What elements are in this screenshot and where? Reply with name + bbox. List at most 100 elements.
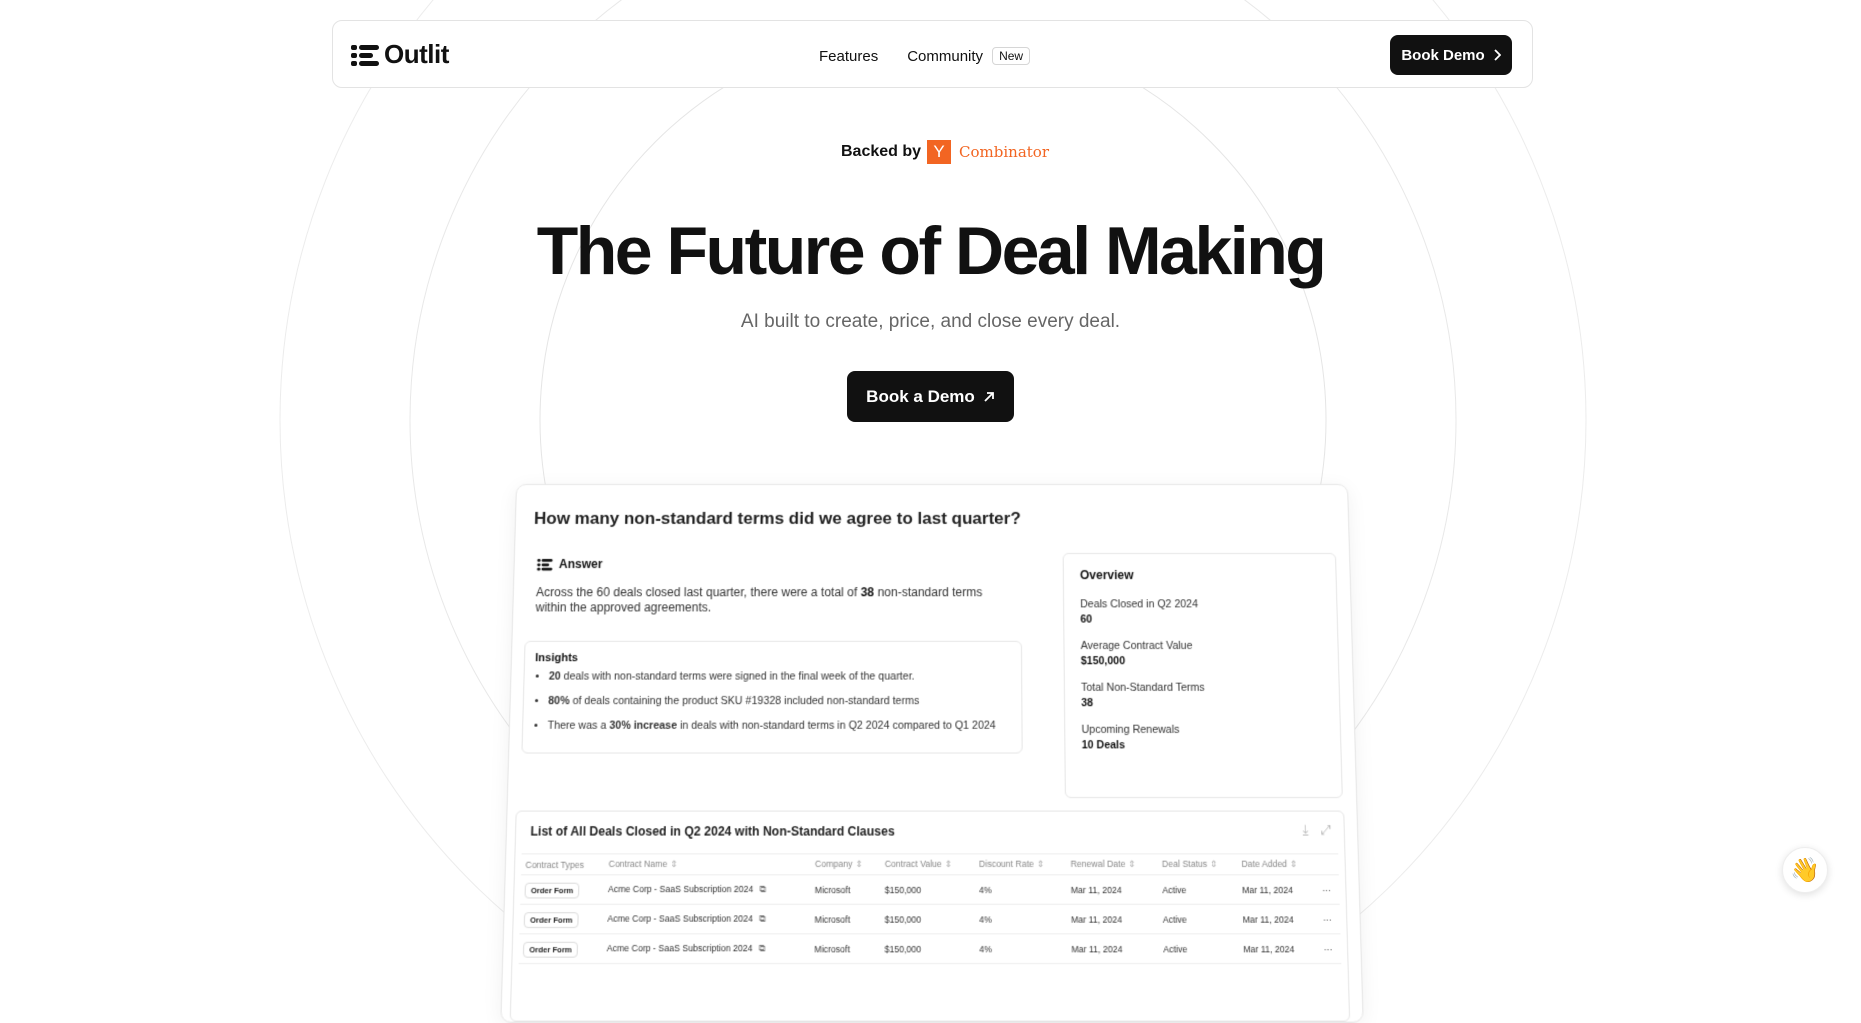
download-icon[interactable]: ⤓ — [1302, 822, 1308, 839]
external-link-icon[interactable]: ⧉ — [759, 884, 765, 895]
col-contract-name[interactable]: Contract Name ⇕ — [604, 853, 812, 875]
backed-by-yc: Backed by Y Combinator — [841, 140, 1049, 164]
answer-logo-icon — [537, 558, 553, 571]
insight-item: There was a 30% increase in deals with n… — [547, 720, 995, 732]
col-actions — [1317, 853, 1339, 875]
insight-text: in deals with non-standard terms in Q2 2… — [676, 719, 996, 732]
contract-type-badge: Order Form — [522, 941, 579, 958]
insight-item: 20 deals with non-standard terms were si… — [549, 670, 996, 682]
chat-widget-button[interactable]: 👋 — [1782, 847, 1828, 893]
main-nav: Features Community New — [819, 47, 1031, 65]
col-label: Discount Rate — [979, 858, 1034, 870]
contract-type-badge: Order Form — [524, 882, 580, 898]
cell-renewal: Mar 11, 2024 — [1066, 904, 1160, 934]
col-discount-rate[interactable]: Discount Rate ⇕ — [974, 853, 1067, 875]
contract-name[interactable]: Acme Corp - SaaS Subscription 2024 — [607, 913, 753, 924]
cell-value: $150,000 — [880, 874, 976, 905]
cell-name: Acme Corp - SaaS Subscription 2024 ⧉ — [603, 874, 811, 905]
col-renewal-date[interactable]: Renewal Date ⇕ — [1066, 853, 1159, 875]
overview-title: Overview — [1079, 568, 1134, 583]
cell-company: Microsoft — [810, 874, 881, 905]
book-demo-button[interactable]: Book Demo — [1390, 35, 1512, 75]
cell-status: Active — [1159, 933, 1240, 964]
cell-value: $150,000 — [880, 933, 976, 964]
chevron-right-icon — [1494, 49, 1501, 61]
sort-icon: ⇕ — [1290, 858, 1298, 870]
cell-value: $150,000 — [880, 904, 976, 934]
row-menu-icon[interactable]: ··· — [1317, 874, 1340, 905]
overview-item: Upcoming Renewals 10 Deals — [1081, 724, 1324, 752]
overview-label: Deals Closed in Q2 2024 — [1080, 598, 1199, 611]
deals-table-card: List of All Deals Closed in Q2 2024 with… — [509, 810, 1351, 1022]
cell-added: Mar 11, 2024 — [1237, 874, 1319, 905]
cell-status: Active — [1158, 874, 1239, 905]
sort-icon: ⇕ — [855, 858, 863, 870]
insight-text: of deals containing the product SKU #193… — [569, 694, 920, 708]
nav-link-community[interactable]: Community — [907, 48, 983, 65]
col-label: Date Added — [1241, 858, 1288, 870]
external-link-icon[interactable]: ⧉ — [759, 913, 765, 924]
logo[interactable]: Outlit — [351, 39, 449, 70]
insights-title: Insights — [535, 652, 579, 665]
answer-label: Answer — [558, 556, 603, 572]
col-label: Deal Status — [1161, 858, 1208, 870]
col-label: Renewal Date — [1070, 858, 1126, 870]
insights-list: 20 deals with non-standard terms were si… — [533, 670, 996, 744]
cell-company: Microsoft — [810, 933, 881, 964]
table-row[interactable]: Order Form Acme Corp - SaaS Subscription… — [520, 874, 1340, 905]
insight-bold: 30% increase — [609, 719, 678, 732]
logo-text: Outlit — [384, 39, 449, 69]
expand-icon[interactable]: ⤢ — [1321, 822, 1332, 839]
yc-logo-icon: Y — [927, 140, 952, 164]
row-menu-icon[interactable]: ··· — [1319, 933, 1342, 964]
book-a-demo-label: Book a Demo — [866, 386, 975, 406]
cell-discount: 4% — [975, 904, 1068, 934]
top-navbar: Outlit Features Community New Book Demo — [332, 20, 1533, 88]
overview-item: Total Non-Standard Terms 38 — [1081, 682, 1323, 710]
col-contract-types[interactable]: Contract Types — [521, 853, 605, 875]
answer-header: Answer — [537, 557, 603, 571]
arrow-up-right-icon — [984, 391, 994, 402]
col-deal-status[interactable]: Deal Status ⇕ — [1157, 853, 1238, 875]
cell-type: Order Form — [519, 904, 604, 934]
cell-renewal: Mar 11, 2024 — [1067, 933, 1160, 964]
col-label: Company — [814, 858, 853, 870]
hero-title: The Future of Deal Making — [536, 213, 1327, 289]
overview-value: 38 — [1081, 696, 1094, 710]
col-date-added[interactable]: Date Added ⇕ — [1237, 853, 1318, 875]
insight-text: deals with non-standard terms were signe… — [560, 670, 915, 683]
sort-icon: ⇕ — [944, 858, 953, 870]
cell-discount: 4% — [975, 933, 1068, 964]
table-row[interactable]: Order Form Acme Corp - SaaS Subscription… — [519, 904, 1341, 934]
col-label: Contract Name — [608, 858, 668, 870]
overview-card: Overview Deals Closed in Q2 2024 60 Aver… — [1062, 552, 1343, 799]
sort-icon: ⇕ — [1128, 858, 1136, 870]
cell-company: Microsoft — [810, 904, 881, 934]
sort-icon: ⇕ — [1036, 858, 1045, 870]
waving-hand-icon: 👋 — [1790, 856, 1820, 884]
overview-value: $150,000 — [1080, 655, 1126, 668]
row-menu-icon[interactable]: ··· — [1318, 904, 1341, 934]
contract-name[interactable]: Acme Corp - SaaS Subscription 2024 — [608, 884, 753, 895]
cell-status: Active — [1158, 904, 1239, 934]
cell-type: Order Form — [520, 874, 605, 905]
col-company[interactable]: Company ⇕ — [810, 853, 881, 875]
contract-name[interactable]: Acme Corp - SaaS Subscription 2024 — [607, 943, 753, 954]
nav-link-features[interactable]: Features — [819, 48, 878, 65]
insight-bold: 20 — [548, 670, 561, 683]
hero-subtitle: AI built to create, price, and close eve… — [740, 311, 1121, 332]
book-a-demo-button[interactable]: Book a Demo — [847, 371, 1014, 422]
new-badge: New — [992, 47, 1031, 65]
cell-added: Mar 11, 2024 — [1238, 933, 1320, 964]
col-contract-value[interactable]: Contract Value ⇕ — [880, 853, 976, 875]
cell-added: Mar 11, 2024 — [1238, 904, 1320, 934]
overview-label: Average Contract Value — [1080, 639, 1193, 653]
cell-renewal: Mar 11, 2024 — [1066, 874, 1159, 905]
cell-name: Acme Corp - SaaS Subscription 2024 ⧉ — [602, 904, 811, 934]
question-heading: How many non-standard terms did we agree… — [533, 508, 1021, 528]
insight-pre: There was a — [547, 719, 610, 732]
table-row[interactable]: Order Form Acme Corp - SaaS Subscription… — [518, 933, 1342, 964]
sort-icon: ⇕ — [1210, 858, 1218, 870]
logo-mark-icon — [351, 44, 379, 66]
external-link-icon[interactable]: ⧉ — [759, 943, 765, 954]
